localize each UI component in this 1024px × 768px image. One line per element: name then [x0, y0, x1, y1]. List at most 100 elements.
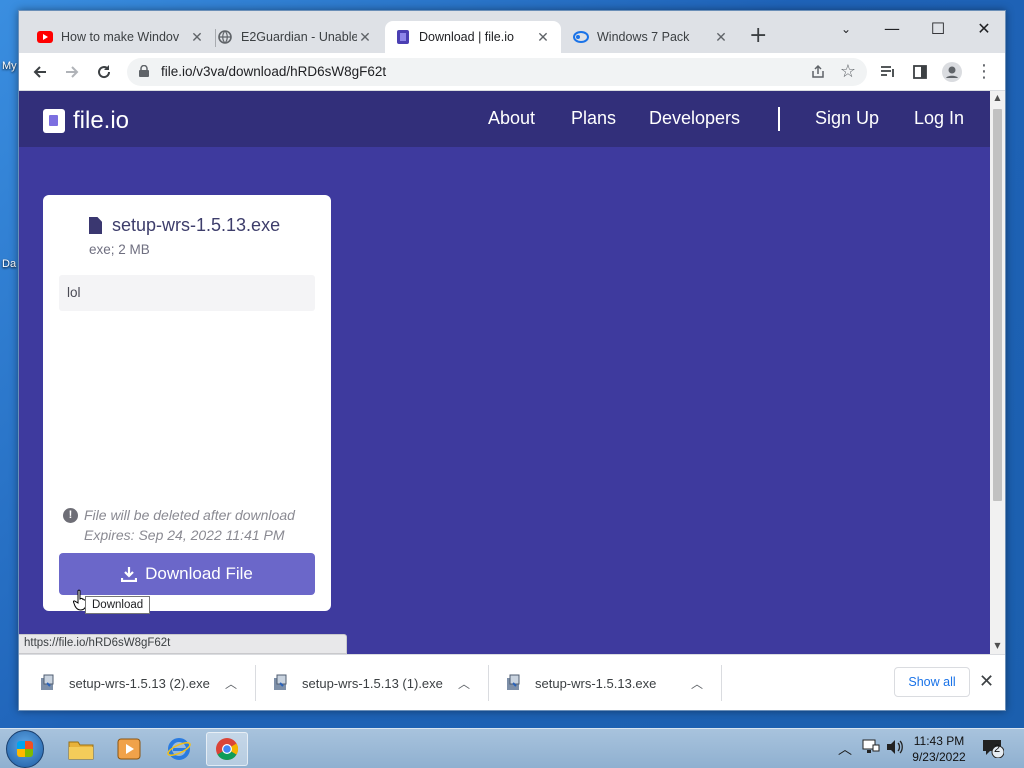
start-button[interactable] [6, 730, 44, 768]
nav-login[interactable]: Log In [914, 108, 964, 129]
download-filename: setup-wrs-1.5.13 (1).exe [302, 675, 443, 691]
site-logo[interactable]: file.io [43, 107, 129, 135]
tab-youtube[interactable]: How to make Windov ✕ [27, 21, 215, 53]
nav-plans[interactable]: Plans [571, 108, 616, 129]
globe-icon [217, 29, 233, 45]
youtube-icon [37, 29, 53, 45]
file-name: setup-wrs-1.5.13.exe [89, 215, 280, 236]
file-meta: exe; 2 MB [89, 242, 150, 257]
internet-explorer-icon[interactable] [158, 732, 200, 766]
download-item[interactable]: setup-wrs-1.5.13 (1).exe ︿ [272, 655, 488, 711]
warning-icon: ! [63, 508, 78, 523]
download-filename: setup-wrs-1.5.13 (2).exe [69, 675, 210, 691]
tab-title: How to make Windov [61, 30, 180, 44]
side-panel-icon[interactable] [907, 59, 933, 85]
volume-icon[interactable] [886, 739, 904, 759]
chevron-up-icon[interactable]: ︿ [691, 675, 703, 692]
tab-title: Download | file.io [419, 30, 514, 44]
installer-file-icon [507, 674, 520, 690]
fileio-logo-icon [43, 109, 65, 133]
warning-line-1: File will be deleted after download [84, 507, 295, 523]
clock-time: 11:43 PM [913, 734, 965, 748]
close-tab-icon[interactable]: ✕ [189, 29, 205, 46]
site-header: file.io About Plans Developers Sign Up L… [19, 91, 990, 147]
bookmark-star-icon[interactable]: ☆ [835, 59, 861, 85]
reading-list-icon[interactable] [875, 59, 901, 85]
close-shelf-icon[interactable]: ✕ [979, 671, 994, 692]
forward-icon[interactable] [59, 59, 85, 85]
chrome-icon[interactable] [206, 732, 248, 766]
tab-title: E2Guardian - Unable [241, 30, 357, 44]
tab-windows7pack[interactable]: Windows 7 Pack ✕ [563, 21, 739, 53]
download-divider [488, 665, 489, 701]
new-tab-button[interactable]: + [749, 25, 767, 47]
tab-fileio[interactable]: Download | file.io ✕ [385, 21, 561, 53]
status-url-bubble: https://file.io/hRD6sW8gF62t [19, 634, 347, 654]
maximize-icon[interactable]: ☐ [915, 15, 961, 43]
desktop-icon-label[interactable]: My [2, 60, 17, 72]
download-filename: setup-wrs-1.5.13.exe [535, 675, 657, 691]
download-button-label: Download File [145, 564, 253, 583]
nav-divider [778, 107, 780, 131]
show-hidden-icons-icon[interactable]: ︿ [838, 739, 852, 759]
installer-file-icon [274, 674, 287, 690]
expiry-warning: ! File will be deleted after download Ex… [63, 505, 323, 545]
url-text: file.io/v3va/download/hRD6sW8gF62t [161, 64, 387, 79]
page-scrollbar[interactable]: ▲ ▼ [990, 91, 1005, 654]
back-icon[interactable] [27, 59, 53, 85]
tab-e2guardian[interactable]: E2Guardian - Unable ✕ [207, 21, 383, 53]
close-tab-icon[interactable]: ✕ [357, 29, 373, 46]
media-player-icon[interactable] [108, 732, 150, 766]
tab-strip: How to make Windov ✕ E2Guardian - Unable… [19, 11, 1005, 53]
nav-signup[interactable]: Sign Up [815, 108, 879, 129]
show-all-downloads-button[interactable]: Show all [894, 667, 970, 697]
download-card: setup-wrs-1.5.13.exe exe; 2 MB lol ! Fil… [43, 195, 331, 611]
logo-text: file.io [73, 107, 130, 134]
browser-window: How to make Windov ✕ E2Guardian - Unable… [18, 10, 1006, 711]
close-tab-icon[interactable]: ✕ [535, 29, 551, 46]
download-file-button[interactable]: Download File [59, 553, 315, 595]
clock-date: 9/23/2022 [912, 750, 966, 764]
taskbar: ︿ 11:43 PM 9/23/2022 2 [0, 728, 1024, 768]
nav-about[interactable]: About [488, 108, 535, 129]
download-item[interactable]: setup-wrs-1.5.13 (2).exe ︿ [39, 655, 255, 711]
download-icon [121, 567, 138, 582]
desktop-icon-label[interactable]: Da [2, 258, 16, 270]
download-shelf: setup-wrs-1.5.13 (2).exe ︿ setup-wrs-1.5… [19, 654, 1005, 710]
download-tooltip: Download [85, 596, 151, 614]
download-divider [721, 665, 722, 701]
file-name-text: setup-wrs-1.5.13.exe [112, 215, 281, 235]
fileio-icon [395, 29, 411, 45]
page-content: file.io About Plans Developers Sign Up L… [19, 91, 990, 654]
download-item[interactable]: setup-wrs-1.5.13.exe ︿ [505, 655, 721, 711]
file-icon [89, 217, 102, 234]
installer-file-icon [41, 674, 54, 690]
reload-icon[interactable] [91, 59, 117, 85]
share-icon[interactable] [805, 59, 831, 85]
network-icon[interactable] [862, 739, 880, 759]
notification-count: 2 [994, 743, 1001, 755]
tab-title: Windows 7 Pack [597, 30, 690, 44]
scrollbar-thumb[interactable] [993, 109, 1002, 501]
profile-avatar-icon[interactable] [939, 59, 965, 85]
tab-search-icon[interactable]: ⌄ [823, 15, 869, 43]
nav-developers[interactable]: Developers [649, 108, 740, 129]
address-bar[interactable]: file.io/v3va/download/hRD6sW8gF62t [127, 58, 867, 86]
scroll-up-icon[interactable]: ▲ [990, 93, 1005, 102]
chevron-up-icon[interactable]: ︿ [458, 675, 470, 692]
lock-icon[interactable] [139, 65, 149, 77]
close-tab-icon[interactable]: ✕ [713, 29, 729, 46]
scroll-down-icon[interactable]: ▼ [990, 641, 1005, 650]
file-explorer-icon[interactable] [60, 732, 102, 766]
system-clock[interactable]: 11:43 PM 9/23/2022 [906, 733, 972, 765]
loading-icon [573, 29, 589, 45]
menu-kebab-icon[interactable]: ⋮ [971, 59, 997, 85]
close-window-icon[interactable]: ✕ [961, 15, 1007, 43]
notification-icon[interactable]: 2 [982, 738, 1005, 759]
file-note: lol [59, 275, 315, 311]
minimize-icon[interactable]: — [869, 15, 915, 43]
warning-line-2: Expires: Sep 24, 2022 11:41 PM [84, 527, 285, 543]
download-divider [255, 665, 256, 701]
chevron-up-icon[interactable]: ︿ [225, 675, 237, 692]
browser-toolbar: file.io/v3va/download/hRD6sW8gF62t ☆ ⋮ [19, 53, 1005, 91]
